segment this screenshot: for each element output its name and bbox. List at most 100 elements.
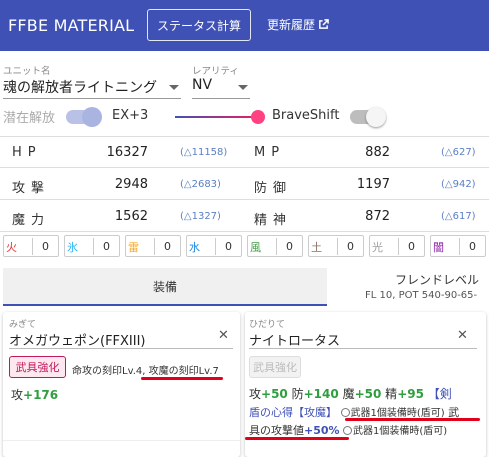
effect-line: 具の攻撃値+50% 武器1個装備時(盾可): [249, 422, 447, 438]
slot-label: ひだりて: [249, 320, 286, 330]
element-wind[interactable]: 風 0: [247, 235, 303, 257]
element-name: 氷: [67, 241, 78, 254]
shield-stats: 攻+50 防+140 魔+50 精+95 【剣: [249, 385, 452, 402]
stat-bonus: +140: [303, 387, 339, 401]
braveshift-toggle-knob[interactable]: [366, 107, 386, 127]
stat-row: HP 16327 (△11158) MP 882 (△627): [0, 137, 489, 168]
element-water[interactable]: 水 0: [186, 235, 242, 257]
rarity-label: レアリティ: [192, 66, 239, 77]
element-name: 水: [189, 241, 200, 254]
stat-name: HP: [12, 145, 42, 160]
element-value[interactable]: 0: [459, 238, 485, 255]
status-calc-button[interactable]: ステータス計算: [147, 9, 251, 41]
red-annotation-underline: [345, 418, 480, 421]
stat-diff: (△11158): [180, 147, 228, 158]
stat-diff: (△617): [441, 211, 476, 222]
stat-diff: (△2683): [180, 179, 221, 190]
element-value[interactable]: 0: [215, 238, 241, 255]
weapon-stat: 攻+176: [11, 386, 58, 403]
element-value[interactable]: 0: [337, 238, 363, 255]
latent-label: 潜在解放: [3, 111, 56, 126]
slot-label: みぎて: [9, 320, 37, 330]
stat-value: 1562: [114, 209, 148, 224]
tab-friend-level[interactable]: フレンドレベル: [395, 271, 479, 288]
stat-bonus: +50: [354, 387, 382, 401]
braveshift-slider-thumb[interactable]: [251, 110, 265, 124]
clear-item-icon[interactable]: ✕: [457, 328, 468, 343]
radio-icon: [340, 408, 350, 417]
element-earth[interactable]: 土 0: [308, 235, 364, 257]
stat-value: 1197: [356, 177, 390, 192]
item-name[interactable]: オメガウェポン(FFXIII): [9, 330, 146, 349]
stats-top-border: [0, 136, 489, 137]
item-underline: [9, 348, 233, 349]
radio-icon: [343, 426, 353, 435]
ability-name: 盾の心得【攻魔】: [249, 406, 337, 419]
latent-toggle-knob[interactable]: [82, 107, 102, 127]
unit-select-underline: [3, 98, 181, 99]
stat-diff: (△1327): [180, 211, 221, 222]
right-hand-card: みぎて オメガウェポン(FFXIII) ✕ 武具強化 命攻の刻印Lv.4, 攻魔…: [3, 312, 240, 457]
stat-value: 882: [365, 145, 390, 160]
changelog-link[interactable]: 更新履歴: [267, 16, 329, 33]
effect-text: 具の攻撃値: [249, 424, 304, 437]
unit-name-select[interactable]: 魂の解放者ライトニング: [3, 77, 157, 97]
element-value[interactable]: 0: [276, 238, 302, 255]
tab-equipment[interactable]: 装備: [3, 268, 327, 304]
element-name: 土: [311, 241, 322, 254]
condition-text: 武器1個装備時(盾可): [353, 426, 448, 437]
tab-indicator: [3, 304, 327, 306]
element-value[interactable]: 0: [32, 238, 58, 255]
enhance-button-disabled: 武具強化: [249, 356, 301, 378]
engravings-text: 命攻の刻印Lv.4, 攻魔の刻印Lv.7: [72, 366, 219, 377]
stat-diff: (△942): [441, 179, 476, 190]
stat-name: 攻撃: [12, 181, 51, 196]
element-value[interactable]: 0: [93, 238, 119, 255]
unit-dropdown-caret-icon[interactable]: [169, 85, 179, 90]
element-name: 雷: [128, 241, 139, 254]
unit-name-label: ユニット名: [3, 66, 51, 77]
clear-item-icon[interactable]: ✕: [218, 328, 229, 343]
stat-label: 攻: [11, 388, 24, 402]
rarity-select-underline: [192, 98, 250, 99]
element-dark[interactable]: 闇 0: [430, 235, 486, 257]
element-value[interactable]: 0: [398, 238, 424, 255]
item-name[interactable]: ナイトロータス: [249, 330, 340, 349]
rarity-select[interactable]: NV: [192, 77, 212, 93]
stat-row: 攻撃 2948 (△2683) 防御 1197 (△942): [0, 169, 489, 200]
stat-name: 防御: [254, 181, 293, 196]
stat-label: 魔: [342, 387, 355, 401]
element-thunder[interactable]: 雷 0: [125, 235, 181, 257]
item-underline: [249, 348, 477, 349]
app-title: FFBE MATERIAL: [8, 16, 135, 35]
stat-bonus: +50: [261, 387, 288, 401]
ex-label: EX+3: [112, 108, 149, 123]
stat-value: 872: [365, 209, 390, 224]
tab-bar: 装備 フレンドレベル FL 10, POT 540-90-65-: [0, 268, 489, 306]
friend-level-summary: FL 10, POT 540-90-65-: [365, 290, 478, 301]
braveshift-label: BraveShift: [272, 108, 340, 123]
element-resist-row: 火 0 氷 0 雷 0 水 0 風 0 土 0 光 0 闇 0: [0, 235, 489, 257]
stat-row: 魔力 1562 (△1327) 精神 872 (△617): [0, 201, 489, 232]
left-hand-card: ひだりて ナイトロータス ✕ 武具強化 攻+50 防+140 魔+50 精+95…: [245, 312, 486, 457]
element-ice[interactable]: 氷 0: [64, 235, 120, 257]
braveshift-slider-track[interactable]: [175, 116, 255, 118]
ability-name-start: 【剣: [427, 387, 452, 401]
effect-value: +50%: [304, 424, 340, 437]
rarity-dropdown-caret-icon[interactable]: [238, 85, 248, 90]
element-name: 火: [6, 241, 17, 254]
enhance-button[interactable]: 武具強化: [9, 356, 66, 378]
stat-name: MP: [254, 145, 286, 160]
element-name: 闇: [433, 241, 444, 254]
red-annotation-underline: [245, 437, 349, 440]
stat-label: 精: [385, 387, 398, 401]
element-value[interactable]: 0: [154, 238, 180, 255]
stat-label: 防: [291, 387, 304, 401]
red-annotation-underline: [141, 377, 223, 380]
stat-name: 魔力: [12, 213, 51, 228]
changelog-label: 更新履歴: [267, 18, 316, 32]
stat-diff: (△627): [441, 147, 476, 158]
stat-value: 16327: [106, 145, 148, 160]
element-light[interactable]: 光 0: [369, 235, 425, 257]
element-fire[interactable]: 火 0: [3, 235, 59, 257]
